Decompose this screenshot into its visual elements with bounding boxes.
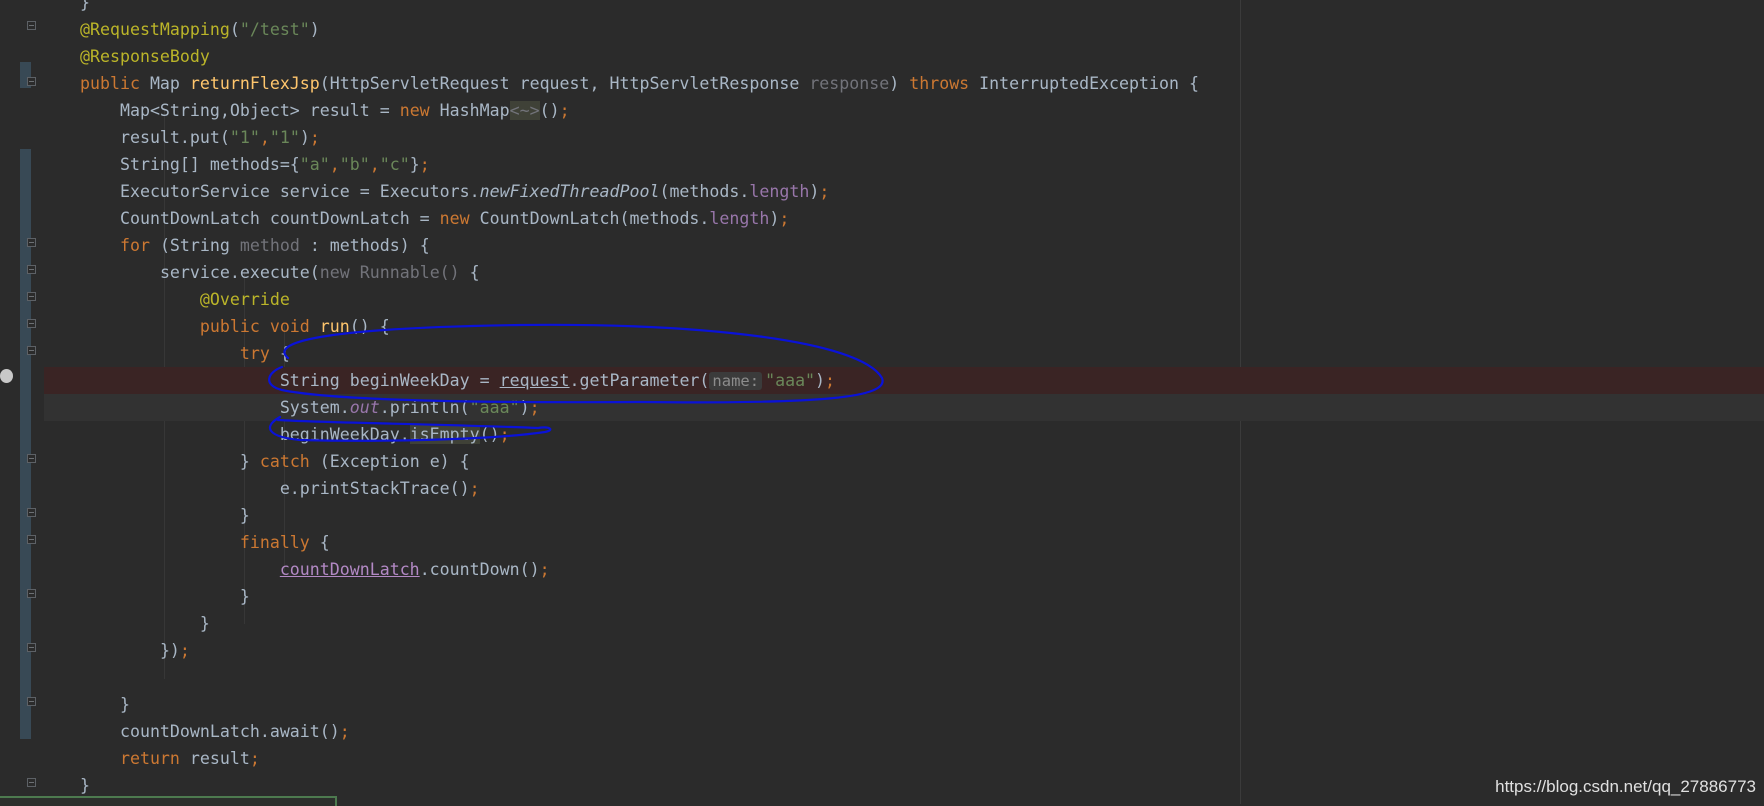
fold-marker-icon[interactable] — [27, 589, 36, 598]
fold-marker-icon[interactable] — [27, 697, 36, 706]
bottom-panel-tab[interactable] — [0, 796, 337, 806]
fold-marker-icon[interactable] — [27, 21, 36, 30]
fold-marker-icon[interactable] — [27, 778, 36, 787]
fold-marker-icon[interactable] — [27, 535, 36, 544]
fold-marker-icon[interactable] — [27, 238, 36, 247]
fold-marker-icon[interactable] — [27, 292, 36, 301]
fold-marker-icon[interactable] — [27, 346, 36, 355]
code-line[interactable]: result.put("1","1"); — [44, 124, 1764, 151]
code-line[interactable]: countDownLatch.await(); — [44, 718, 1764, 745]
code-area[interactable]: } @RequestMapping("/test") @ResponseBody… — [44, 0, 1764, 799]
code-line[interactable]: return result; — [44, 745, 1764, 772]
breakpoint-line[interactable]: String beginWeekDay = request.getParamet… — [44, 367, 1764, 394]
current-line[interactable]: System.out.println("aaa"); — [44, 394, 1764, 421]
parameter-hint: name: — [709, 372, 763, 390]
code-line[interactable]: beginWeekDay.isEmpty(); — [44, 421, 1764, 448]
fold-marker-icon[interactable] — [27, 643, 36, 652]
code-line[interactable]: for (String method : methods) { — [44, 232, 1764, 259]
code-line[interactable]: String[] methods={"a","b","c"}; — [44, 151, 1764, 178]
code-line[interactable]: public void run() { — [44, 313, 1764, 340]
code-line[interactable]: finally { — [44, 529, 1764, 556]
code-line[interactable]: ExecutorService service = Executors.newF… — [44, 178, 1764, 205]
code-line[interactable]: } — [44, 691, 1764, 718]
code-line[interactable]: } — [44, 610, 1764, 637]
code-line[interactable]: try { — [44, 340, 1764, 367]
breakpoint-icon[interactable] — [0, 369, 13, 383]
code-editor[interactable]: } @RequestMapping("/test") @ResponseBody… — [0, 0, 1764, 806]
fold-marker-icon[interactable] — [27, 265, 36, 274]
editor-gutter — [0, 0, 44, 804]
code-line[interactable]: @RequestMapping("/test") — [44, 16, 1764, 43]
code-line[interactable]: @ResponseBody — [44, 43, 1764, 70]
fold-marker-icon[interactable] — [27, 508, 36, 517]
code-line[interactable]: }); — [44, 637, 1764, 664]
code-line[interactable]: } catch (Exception e) { — [44, 448, 1764, 475]
fold-marker-icon[interactable] — [27, 77, 36, 86]
fold-marker-icon[interactable] — [27, 319, 36, 328]
code-line[interactable]: service.execute(new Runnable() { — [44, 259, 1764, 286]
code-line[interactable]: } — [44, 583, 1764, 610]
code-line[interactable]: @Override — [44, 286, 1764, 313]
fold-marker-icon[interactable] — [27, 454, 36, 463]
code-line[interactable]: Map<String,Object> result = new HashMap<… — [44, 97, 1764, 124]
code-line[interactable]: public Map returnFlexJsp(HttpServletRequ… — [44, 70, 1764, 97]
code-line[interactable]: e.printStackTrace(); — [44, 475, 1764, 502]
code-line[interactable]: countDownLatch.countDown(); — [44, 556, 1764, 583]
code-line[interactable]: } — [44, 0, 1764, 16]
code-line[interactable] — [44, 664, 1764, 691]
code-line[interactable]: } — [44, 502, 1764, 529]
code-line[interactable]: CountDownLatch countDownLatch = new Coun… — [44, 205, 1764, 232]
watermark: https://blog.csdn.net/qq_27886773 — [1495, 777, 1756, 796]
